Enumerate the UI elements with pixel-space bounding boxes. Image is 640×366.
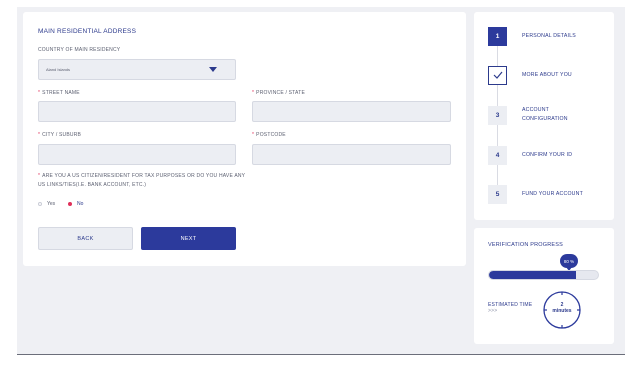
check-icon <box>488 65 507 85</box>
step-label: MORE ABOUT YOU <box>522 71 572 78</box>
required-marker: * <box>252 132 255 138</box>
step-more-about-you[interactable]: MORE ABOUT YOU <box>488 65 606 85</box>
step-number: 5 <box>488 184 507 204</box>
required-marker: * <box>38 173 41 179</box>
step-label: CONFIRM YOUR ID <box>522 151 573 158</box>
postcode-label: * POSTCODE <box>252 132 286 138</box>
progress-bar-fill <box>489 271 577 279</box>
progress-percent-badge: 80 % <box>560 254 578 271</box>
section-title: MAIN RESIDENTIAL ADDRESS <box>38 28 137 35</box>
radio-no-label: No <box>77 201 84 207</box>
address-form-card: MAIN RESIDENTIAL ADDRESS COUNTRY OF MAIN… <box>23 12 466 266</box>
step-label: ACCOUNT CONFIGURATION <box>522 107 568 122</box>
country-label: COUNTRY OF MAIN RESIDENCY <box>38 47 121 53</box>
postcode-input[interactable] <box>252 144 451 165</box>
step-personal-details[interactable]: 1 PERSONAL DETAILS <box>488 26 606 46</box>
step-label: PERSONAL DETAILS <box>522 32 576 39</box>
street-input[interactable] <box>38 101 236 122</box>
estimated-time-arrows: >>> <box>488 308 498 314</box>
country-select[interactable]: Aland Islands <box>38 59 236 80</box>
steps-card: 1 PERSONAL DETAILS MORE ABOUT YOU 3 ACCO… <box>474 12 614 220</box>
verification-progress-card: VERIFICATION PROGRESS 80 % ESTIMATED TIM… <box>474 228 614 344</box>
radio-yes[interactable]: Yes <box>38 201 55 207</box>
city-label: * CITY / SUBURB <box>38 132 82 138</box>
province-input[interactable] <box>252 101 451 122</box>
timer-value: 2 minutes <box>552 302 572 314</box>
us-tax-question: * ARE YOU A US CITIZEN/RESIDENT FOR TAX P… <box>38 173 246 188</box>
step-account-configuration[interactable]: 3 ACCOUNT CONFIGURATION <box>488 105 606 125</box>
country-select-value: Aland Islands <box>46 67 71 72</box>
province-label: * PROVINCE / STATE <box>252 90 306 96</box>
radio-no[interactable]: No <box>68 201 83 207</box>
chevron-down-icon <box>209 67 217 72</box>
step-number: 4 <box>488 145 507 165</box>
progress-bar <box>488 270 599 280</box>
back-button[interactable]: BACK <box>38 227 133 250</box>
step-number: 1 <box>488 26 507 46</box>
radio-yes-dot <box>38 202 42 206</box>
radio-yes-label: Yes <box>47 201 56 207</box>
radio-no-dot <box>68 202 72 206</box>
progress-title: VERIFICATION PROGRESS <box>488 242 563 248</box>
street-label: * STREET NAME <box>38 90 80 96</box>
step-number: 3 <box>488 105 507 125</box>
step-fund-account[interactable]: 5 FUND YOUR ACCOUNT <box>488 184 606 204</box>
timer-icon: 2 minutes <box>542 290 582 330</box>
step-label: FUND YOUR ACCOUNT <box>522 190 583 197</box>
step-confirm-id[interactable]: 4 CONFIRM YOUR ID <box>488 145 606 165</box>
required-marker: * <box>38 132 41 138</box>
required-marker: * <box>252 90 255 96</box>
city-input[interactable] <box>38 144 236 165</box>
next-button[interactable]: NEXT <box>141 227 236 250</box>
estimated-time-label: ESTIMATED TIME >>> <box>488 302 533 314</box>
required-marker: * <box>38 90 41 96</box>
